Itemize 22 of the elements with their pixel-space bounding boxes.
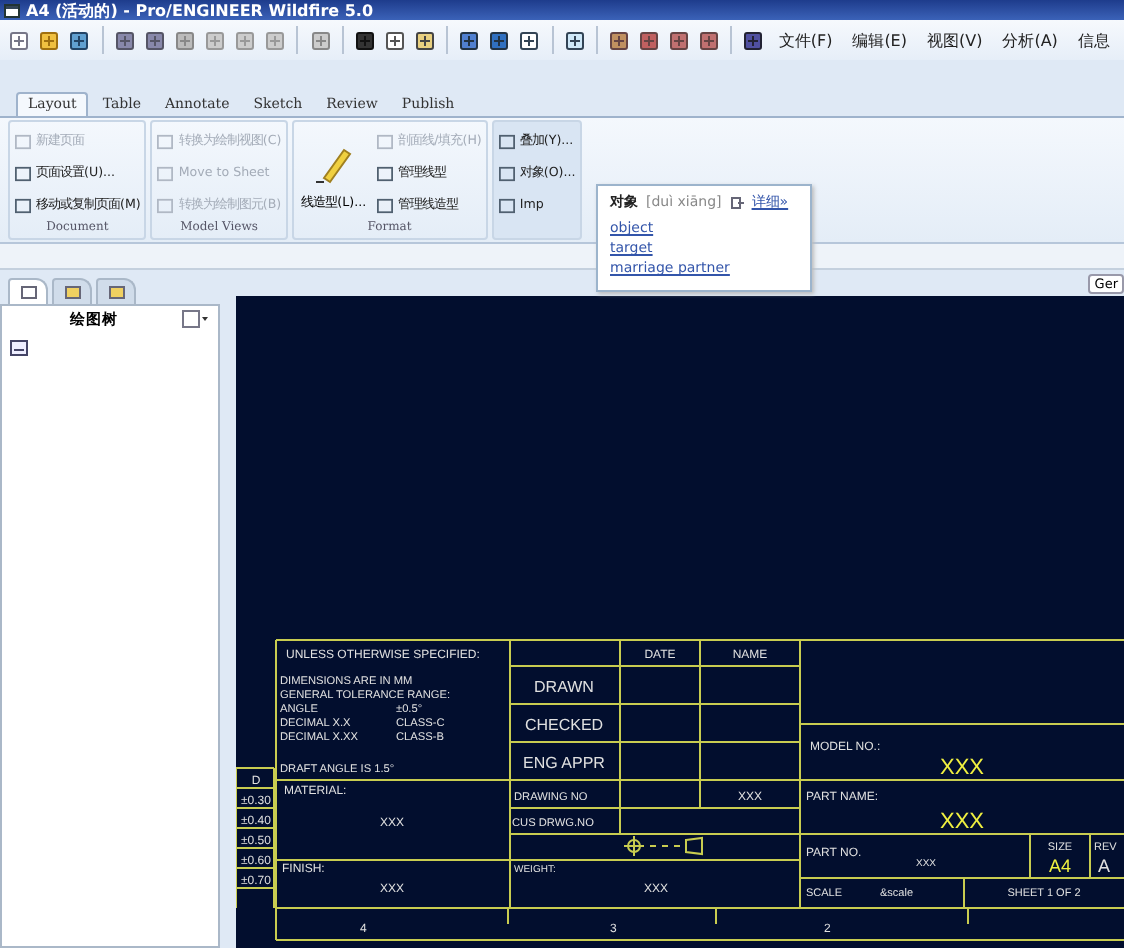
menu-item[interactable]: 信息 bbox=[1071, 29, 1116, 51]
folders-icon bbox=[63, 284, 81, 300]
menu-item[interactable]: 文件(F) bbox=[772, 29, 839, 51]
field-value: XXX bbox=[940, 810, 984, 834]
panel-tab[interactable] bbox=[8, 278, 48, 304]
signoff-label: ENG APPR bbox=[523, 754, 605, 772]
window-icon bbox=[4, 3, 20, 17]
window-title: A4 (活动的) - Pro/ENGINEER Wildfire 5.0 bbox=[26, 0, 374, 21]
field-value: XXX bbox=[940, 756, 984, 780]
folder-icon bbox=[107, 284, 125, 300]
field-value: A4 bbox=[1049, 856, 1071, 876]
drawing-node-icon[interactable] bbox=[10, 340, 28, 356]
menu-item[interactable]: 分析(A) bbox=[996, 29, 1064, 51]
signoff-label: CHECKED bbox=[524, 716, 604, 734]
menu-item[interactable]: 视图(V) bbox=[920, 29, 989, 51]
signoff-label: DRAWN bbox=[534, 678, 594, 696]
panel-tab[interactable] bbox=[52, 278, 92, 304]
export-icon[interactable] bbox=[729, 195, 744, 209]
field-value: A bbox=[1098, 856, 1111, 876]
settings-dropdown-icon[interactable] bbox=[182, 310, 210, 328]
menu-item[interactable]: 编辑(E) bbox=[846, 29, 913, 51]
panel-tab[interactable] bbox=[96, 278, 136, 304]
